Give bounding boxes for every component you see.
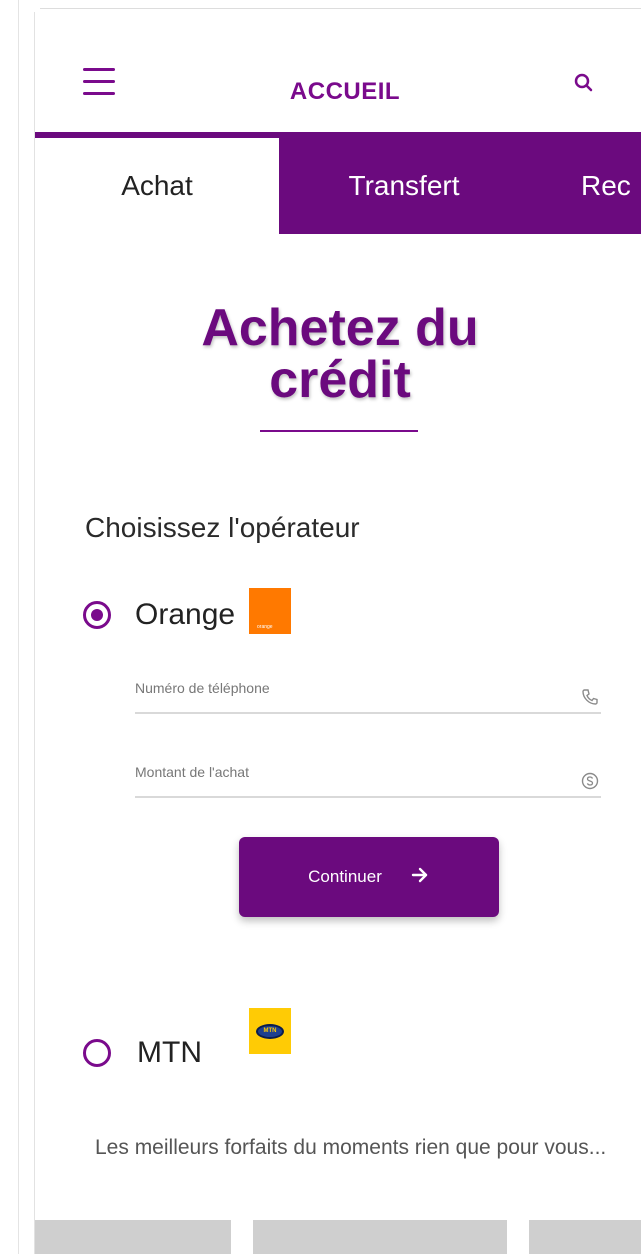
- frame-top-divider: [40, 8, 641, 9]
- currency-icon: [581, 772, 599, 790]
- orange-logo-text: orange: [257, 624, 273, 630]
- phone-icon: [581, 688, 599, 706]
- phone-field[interactable]: [135, 666, 601, 714]
- operator-label-orange[interactable]: Orange: [135, 598, 235, 632]
- continue-button[interactable]: Continuer: [239, 837, 499, 917]
- hamburger-menu-icon[interactable]: [83, 68, 117, 98]
- page-heading-line1: Achetez du: [201, 299, 479, 357]
- frame-divider: [18, 0, 19, 1254]
- page-title: ACCUEIL: [289, 78, 401, 105]
- mtn-logo-icon: MTN: [249, 1008, 291, 1054]
- amount-input[interactable]: [135, 750, 555, 794]
- tab-transfert[interactable]: Transfert: [279, 138, 529, 234]
- offer-card[interactable]: [253, 1220, 507, 1254]
- app-frame: ACCUEIL Achat Transfert Rec Achetez du c…: [0, 0, 641, 1254]
- offer-card[interactable]: [529, 1220, 641, 1254]
- amount-field[interactable]: [135, 750, 601, 798]
- phone-screen: ACCUEIL Achat Transfert Rec Achetez du c…: [34, 12, 641, 1254]
- continue-button-label: Continuer: [308, 867, 382, 886]
- search-icon[interactable]: [573, 72, 595, 94]
- operator-prompt: Choisissez l'opérateur: [85, 512, 360, 543]
- app-header: ACCUEIL: [35, 12, 641, 136]
- heading-underline: [260, 430, 418, 432]
- arrow-right-icon: [410, 865, 430, 889]
- mtn-logo-text: MTN: [256, 1023, 284, 1039]
- operator-label-mtn[interactable]: MTN: [137, 1036, 202, 1070]
- tab-rec[interactable]: Rec: [529, 138, 641, 234]
- page-heading-line2: crédit: [269, 351, 411, 409]
- radio-orange[interactable]: [83, 601, 111, 629]
- orange-logo-icon: orange: [249, 588, 291, 634]
- tab-achat[interactable]: Achat: [35, 138, 279, 234]
- phone-input[interactable]: [135, 666, 555, 710]
- offer-card[interactable]: [35, 1220, 231, 1254]
- promo-text: Les meilleurs forfaits du moments rien q…: [95, 1136, 607, 1159]
- radio-mtn[interactable]: [83, 1039, 111, 1067]
- tab-bar: Achat Transfert Rec: [35, 138, 641, 234]
- page-heading: Achetez du crédit: [95, 302, 585, 406]
